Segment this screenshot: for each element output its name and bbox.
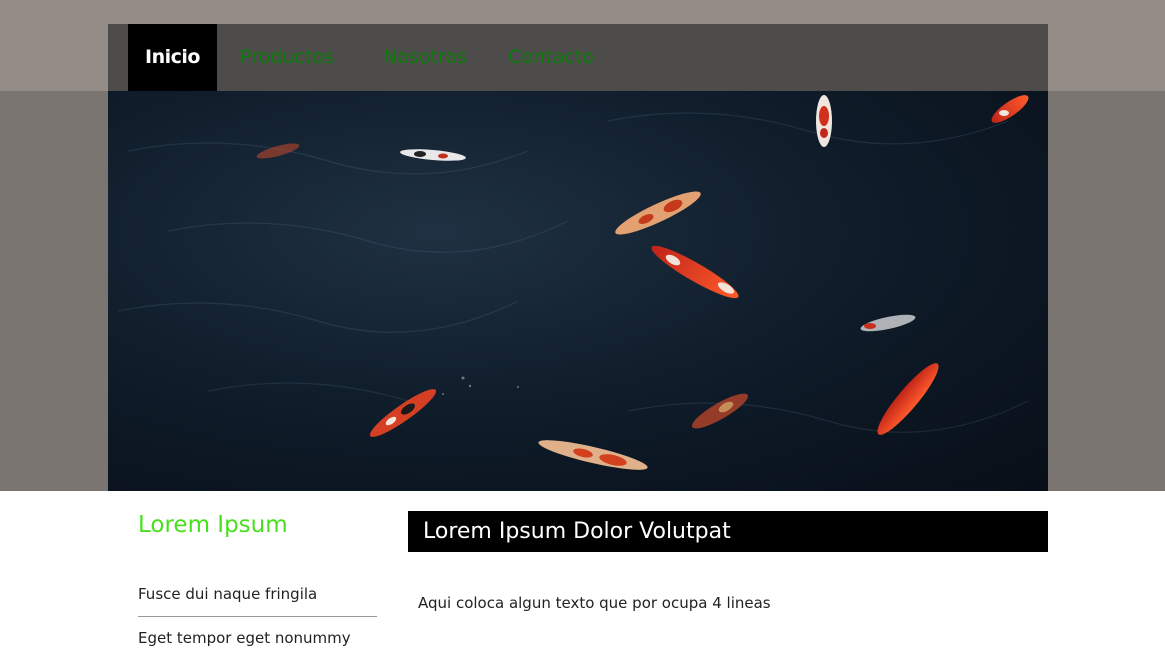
nav-item-inicio[interactable]: Inicio <box>128 24 217 91</box>
koi-fish <box>816 95 832 147</box>
nav-item-contacto[interactable]: Contacto <box>498 24 604 91</box>
main-navbar: Inicio Productos Nosotros Contacto <box>108 24 1048 91</box>
nav-item-productos[interactable]: Productos <box>228 24 346 91</box>
main-heading: Lorem Ipsum Dolor Volutpat <box>408 511 1048 552</box>
sidebar-link-fusce[interactable]: Fusce dui naque fringila <box>138 585 377 603</box>
hero-image <box>108 91 1048 491</box>
main-body-text: Aqui coloca algun texto que por ocupa 4 … <box>418 594 771 612</box>
water-surface <box>108 91 1048 491</box>
koi-pond-image <box>108 91 1048 491</box>
sidebar-title: Lorem Ipsum <box>138 512 288 538</box>
nav-item-nosotros[interactable]: Nosotros <box>366 24 484 91</box>
sidebar-divider <box>138 616 377 617</box>
sidebar-link-eget[interactable]: Eget tempor eget nonummy <box>138 629 377 647</box>
